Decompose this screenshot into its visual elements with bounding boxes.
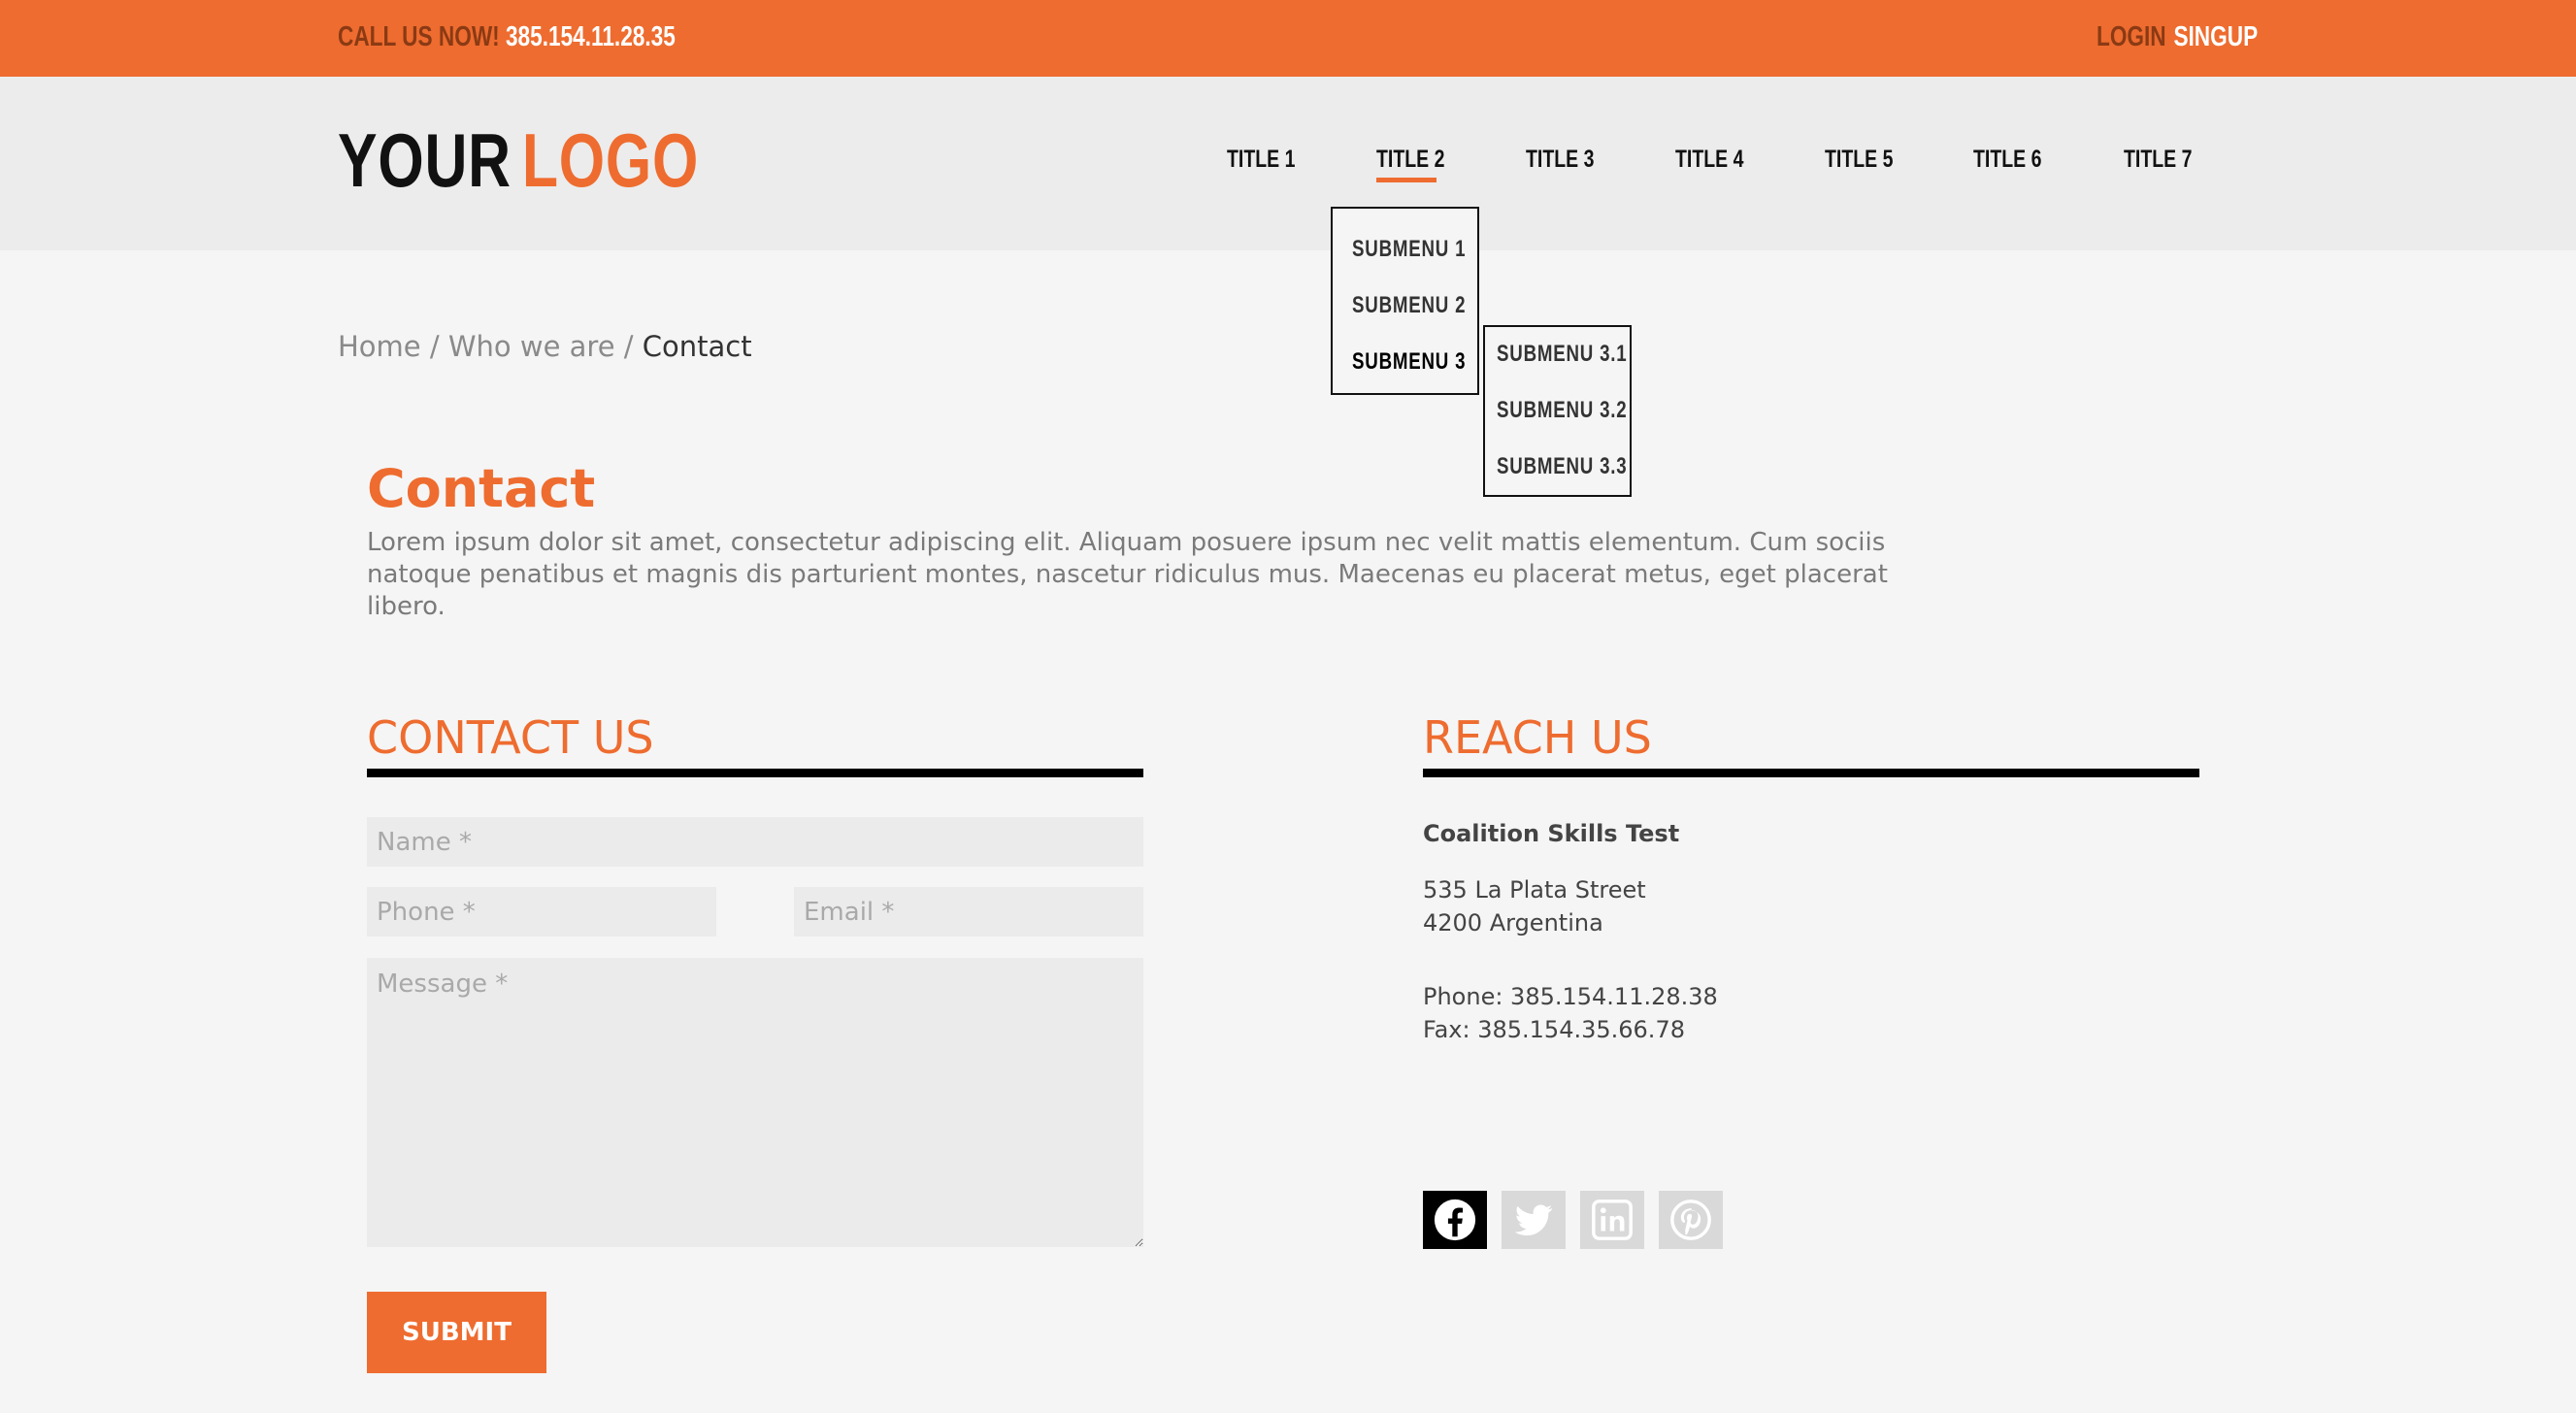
- submenu-item-2[interactable]: SUBMENU 2: [1352, 292, 1466, 319]
- nav-title-7[interactable]: TITLE 7: [2124, 146, 2192, 174]
- nav-title-1[interactable]: TITLE 1: [1227, 146, 1295, 174]
- page-intro: Lorem ipsum dolor sit amet, consectetur …: [367, 528, 1888, 621]
- pinterest-icon[interactable]: [1659, 1191, 1723, 1249]
- contact-us-heading: CONTACT US: [367, 711, 654, 764]
- breadcrumb-separator: /: [614, 330, 643, 363]
- email-input[interactable]: [794, 887, 1143, 937]
- nav-title-5[interactable]: TITLE 5: [1825, 146, 1893, 174]
- call-phone[interactable]: 385.154.11.28.35: [506, 21, 676, 52]
- breadcrumb-home[interactable]: Home: [338, 330, 421, 363]
- contact-fax: Fax: 385.154.35.66.78: [1423, 1016, 1685, 1043]
- call-us: CALL US NOW! 385.154.11.28.35: [338, 21, 676, 53]
- breadcrumb: Home / Who we are / Contact: [338, 330, 752, 363]
- auth-links: LOGIN SINGUP: [2097, 21, 2258, 53]
- top-bar: CALL US NOW! 385.154.11.28.35 LOGIN SINGUP: [0, 0, 2576, 77]
- logo-part-2: LOGO: [521, 117, 700, 203]
- submenu-3-dropdown: SUBMENU 3.1 SUBMENU 3.2 SUBMENU 3.3: [1483, 325, 1632, 497]
- site-logo[interactable]: YOUR LOGO: [338, 116, 699, 205]
- call-label: CALL US NOW!: [338, 21, 500, 52]
- address-city: 4200 Argentina: [1423, 909, 1603, 937]
- submenu-dropdown: SUBMENU 1 SUBMENU 2 SUBMENU 3: [1331, 207, 1479, 395]
- contact-us-divider: [367, 769, 1143, 777]
- phone-input[interactable]: [367, 887, 716, 937]
- twitter-icon[interactable]: [1502, 1191, 1566, 1249]
- breadcrumb-separator: /: [420, 330, 448, 363]
- submenu-item-1[interactable]: SUBMENU 1: [1352, 236, 1466, 263]
- reach-us-divider: [1423, 769, 2199, 777]
- submenu-item-3-2[interactable]: SUBMENU 3.2: [1497, 397, 1627, 424]
- name-input[interactable]: [367, 817, 1143, 867]
- nav-title-2[interactable]: TITLE 2: [1376, 146, 1444, 174]
- company-name: Coalition Skills Test: [1423, 820, 1680, 847]
- signup-link[interactable]: SINGUP: [2173, 21, 2258, 52]
- nav-title-6[interactable]: TITLE 6: [1973, 146, 2041, 174]
- submit-button[interactable]: SUBMIT: [367, 1292, 546, 1373]
- login-link[interactable]: LOGIN: [2097, 21, 2166, 52]
- linkedin-icon[interactable]: [1580, 1191, 1644, 1249]
- message-textarea[interactable]: [367, 958, 1143, 1247]
- submenu-item-3-1[interactable]: SUBMENU 3.1: [1497, 341, 1627, 368]
- logo-part-1: YOUR: [338, 117, 512, 203]
- reach-us-heading: REACH US: [1423, 711, 1652, 764]
- address-street: 535 La Plata Street: [1423, 876, 1646, 904]
- contact-phone: Phone: 385.154.11.28.38: [1423, 983, 1718, 1010]
- breadcrumb-who-we-are[interactable]: Who we are: [448, 330, 615, 363]
- submenu-item-3[interactable]: SUBMENU 3: [1352, 348, 1466, 376]
- nav-title-3[interactable]: TITLE 3: [1526, 146, 1594, 174]
- submenu-item-3-3[interactable]: SUBMENU 3.3: [1497, 453, 1627, 480]
- nav-title-4[interactable]: TITLE 4: [1675, 146, 1743, 174]
- page-title: Contact: [367, 458, 596, 519]
- nav-active-indicator: [1376, 178, 1437, 182]
- breadcrumb-current: Contact: [642, 330, 752, 363]
- facebook-icon[interactable]: [1423, 1191, 1487, 1249]
